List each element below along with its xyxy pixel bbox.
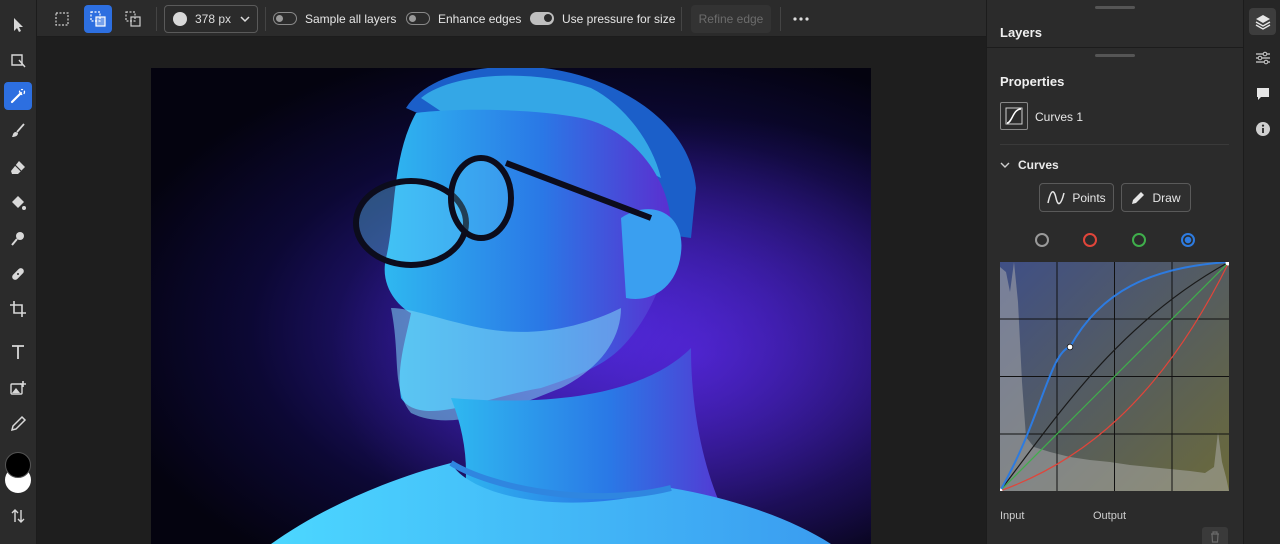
panel-icon-strip [1243,0,1280,544]
separator [780,7,781,31]
curve-point[interactable] [1066,343,1074,351]
eyedropper-tool-button[interactable] [4,410,32,438]
marquee-icon [55,12,69,26]
output-label: Output [1093,510,1127,522]
paint-bucket-tool-button[interactable] [4,189,32,217]
points-mode-label: Points [1072,190,1106,205]
more-options-button[interactable] [789,5,813,33]
sliders-icon [1255,51,1270,64]
place-image-icon [10,381,26,395]
use-pressure-toggle[interactable]: Use pressure for size [530,0,675,37]
healing-brush-tool-button[interactable] [4,260,32,288]
document-image[interactable] [151,68,871,544]
panel-resize-handle[interactable] [1095,6,1135,9]
portrait-photo-illustration [151,68,871,544]
layers-icon [1255,14,1270,30]
layers-panel-title: Layers [1000,25,1042,40]
eyedropper-icon [10,415,27,432]
panel-resize-handle[interactable] [1095,54,1135,57]
properties-panel-title: Properties [1000,74,1065,89]
brush-size-value: 378 px [195,12,232,26]
comments-panel-button[interactable] [1249,80,1276,107]
info-icon [1255,121,1270,136]
blue-channel-button[interactable] [1181,233,1195,247]
ellipsis-icon [793,17,809,21]
green-channel-button[interactable] [1132,233,1146,247]
curves-graph[interactable] [1000,262,1229,491]
swap-colors-button[interactable] [4,502,32,530]
brush-preview-icon [173,12,187,26]
comment-icon [1256,87,1269,100]
right-panel: Layers Properties Curves 1 Curves Points… [986,0,1244,544]
info-panel-button[interactable] [1249,115,1276,142]
panel-divider [987,47,1244,48]
clone-stamp-icon [11,232,24,246]
input-label: Input [1000,510,1025,522]
eraser-icon [11,161,25,174]
enhance-edges-toggle[interactable]: Enhance edges [406,0,521,37]
refine-edge-button[interactable]: Refine edge [691,5,771,33]
quick-selection-icon [10,88,26,104]
subtract-selection-icon [125,11,141,27]
adjustments-panel-button[interactable] [1249,44,1276,71]
swap-arrows-icon [11,509,25,523]
options-bar: 378 px Sample all layers Enhance edges U… [37,0,986,37]
quick-selection-tool-button[interactable] [4,82,32,110]
new-selection-button[interactable] [48,5,76,33]
left-toolbar [0,0,37,544]
bandage-icon [12,268,24,280]
add-selection-icon [90,11,106,27]
arrow-pointer-icon [14,18,23,32]
brush-tool-button[interactable] [4,117,32,145]
separator [681,7,682,31]
points-mode-button[interactable]: Points [1039,183,1114,212]
crop-tool-button[interactable] [4,295,32,323]
curves-section-header[interactable]: Curves [1000,158,1059,172]
brush-size-dropdown[interactable]: 378 px [164,5,258,33]
transform-icon [11,54,26,68]
move-tool-button[interactable] [4,11,32,39]
trash-icon [1211,531,1219,543]
sample-all-layers-toggle[interactable]: Sample all layers [273,0,396,37]
chevron-down-icon [1000,162,1010,168]
pencil-icon [1132,191,1145,204]
transform-tool-button[interactable] [4,46,32,74]
use-pressure-label: Use pressure for size [562,11,676,26]
brush-icon [12,123,25,137]
sample-all-layers-label: Sample all layers [305,11,397,26]
foreground-color-swatch[interactable] [5,452,31,478]
place-image-tool-button[interactable] [4,374,32,402]
enhance-edges-label: Enhance edges [438,11,522,26]
separator [265,7,266,31]
crop-icon [10,301,26,317]
chevron-down-icon [240,16,250,23]
subtract-from-selection-button[interactable] [119,5,147,33]
draw-mode-label: Draw [1152,190,1181,205]
add-to-selection-button[interactable] [84,5,112,33]
toggle-switch[interactable] [530,12,554,25]
type-icon [12,345,24,359]
red-channel-button[interactable] [1083,233,1097,247]
curves-adjustment-icon [1000,102,1028,130]
eraser-tool-button[interactable] [4,153,32,181]
type-tool-button[interactable] [4,338,32,366]
separator [156,7,157,31]
canvas-area[interactable] [37,37,986,544]
curve-glyph-icon [1005,107,1023,125]
draw-mode-button[interactable]: Draw [1121,183,1191,212]
section-divider [1000,144,1229,145]
delete-point-button[interactable] [1202,527,1228,544]
clone-stamp-tool-button[interactable] [4,225,32,253]
layer-name: Curves 1 [1035,110,1084,124]
paint-bucket-icon [12,196,26,210]
layers-panel-button[interactable] [1249,8,1276,35]
toggle-switch[interactable] [406,12,430,25]
toggle-switch[interactable] [273,12,297,25]
points-curve-icon [1047,190,1066,204]
curves-section-title: Curves [1018,158,1059,172]
rgb-channel-button[interactable] [1035,233,1049,247]
